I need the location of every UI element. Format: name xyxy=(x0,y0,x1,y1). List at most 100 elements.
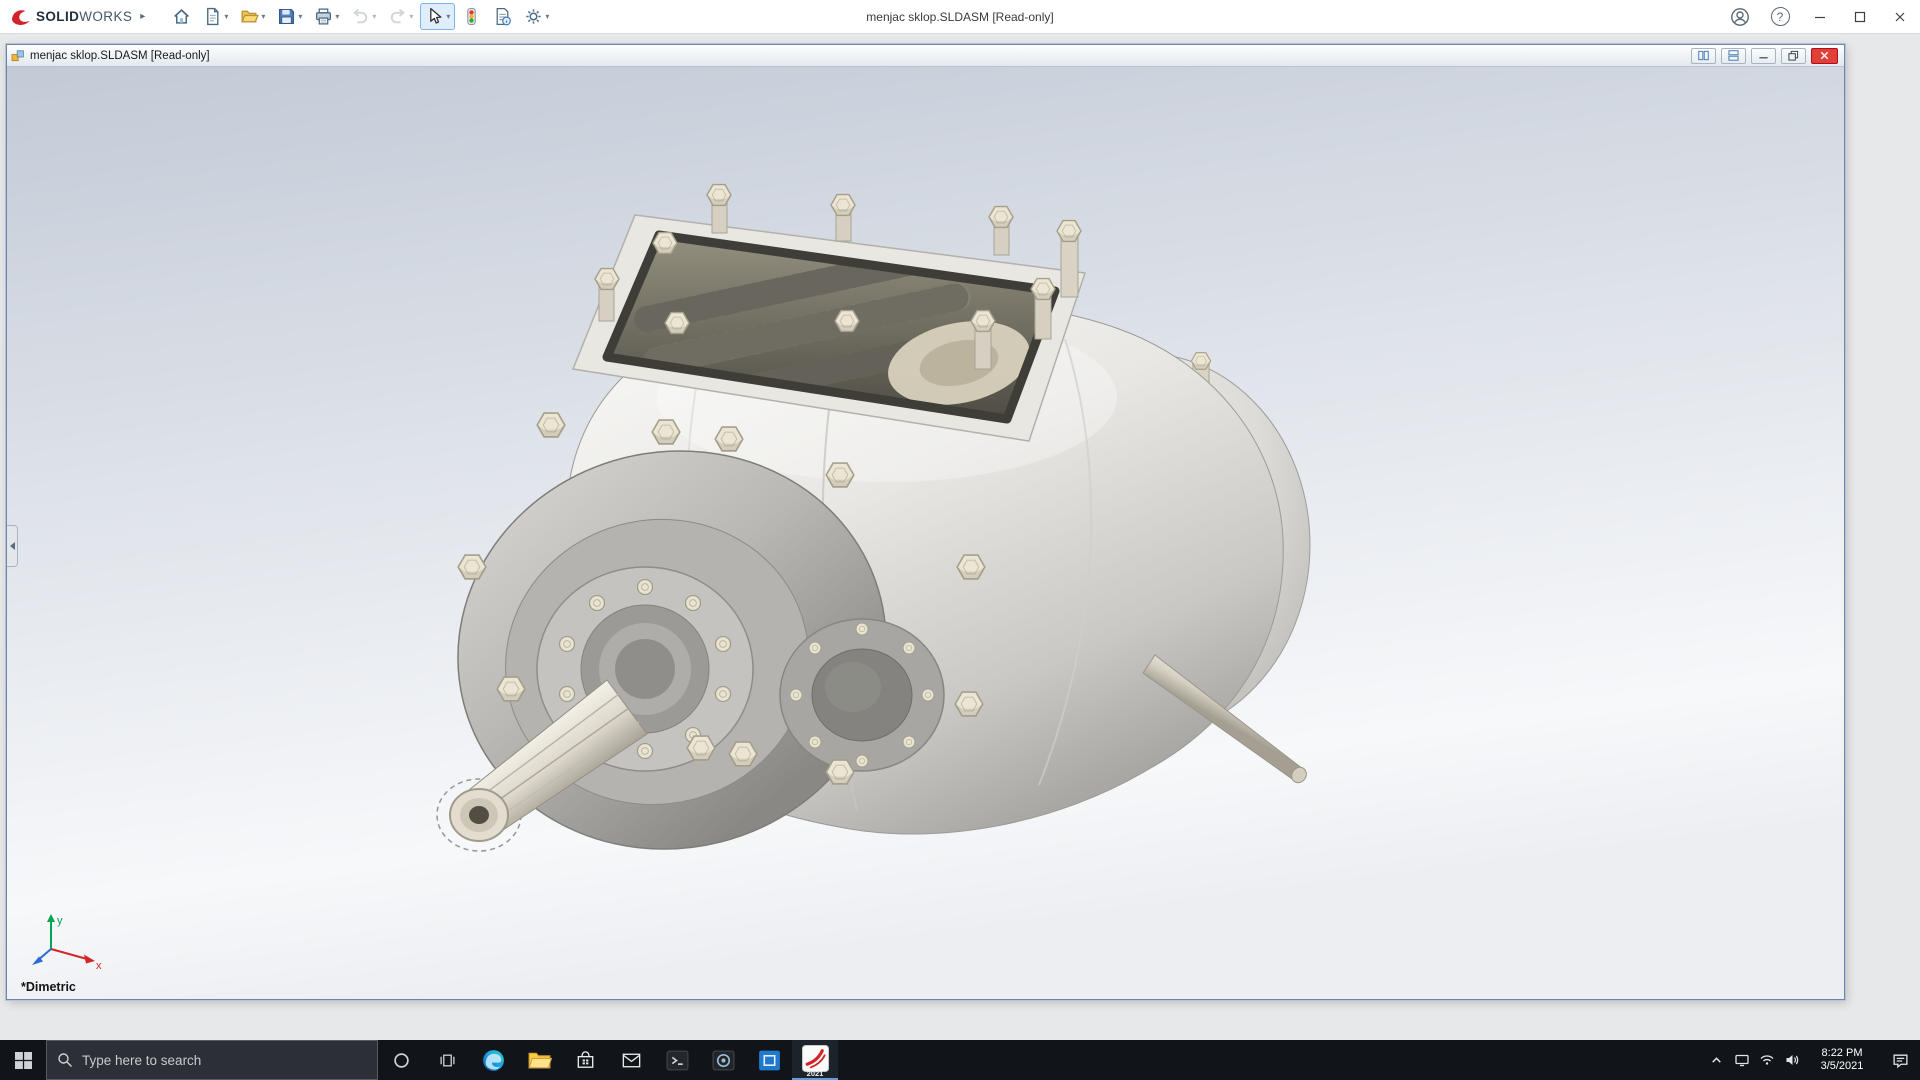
main-toolbar: ▾ ▾ ▾ ▾ ▾ ▾ ▾ ▾ xyxy=(167,3,554,30)
home-button[interactable] xyxy=(167,3,196,30)
search-icon xyxy=(58,1053,72,1067)
save-button[interactable]: ▾ xyxy=(272,3,307,30)
redo-button[interactable]: ▾ xyxy=(383,3,418,30)
tray-display-button[interactable] xyxy=(1729,1040,1754,1080)
select-cursor-icon xyxy=(430,7,442,24)
select-button[interactable]: ▾ xyxy=(420,3,456,30)
open-button[interactable]: ▾ xyxy=(235,3,270,30)
app-button-blue[interactable] xyxy=(746,1040,792,1080)
help-icon: ? xyxy=(1770,7,1790,26)
notification-icon xyxy=(1892,1054,1908,1068)
options-button[interactable]: ▾ xyxy=(519,3,554,30)
orientation-triad: y x xyxy=(32,914,102,972)
dropdown-caret-icon: ▾ xyxy=(298,12,303,21)
maximize-button[interactable] xyxy=(1840,0,1880,34)
taskbar-search[interactable] xyxy=(46,1040,378,1080)
user-account-icon xyxy=(1731,7,1749,26)
triad-y-label: y xyxy=(57,915,63,927)
minimize-icon xyxy=(1815,16,1825,18)
graphics-viewport[interactable]: y x *Dimetric xyxy=(7,67,1844,999)
solidworks-version-badge: 2021 xyxy=(806,1068,824,1078)
toolbar-expand-arrow[interactable]: ▸ xyxy=(132,11,153,22)
chevron-up-icon xyxy=(1712,1056,1721,1063)
tile-vertical-button[interactable] xyxy=(1691,47,1716,64)
cortana-button[interactable] xyxy=(378,1040,424,1080)
document-window-controls xyxy=(1691,47,1840,64)
bearing-cover[interactable] xyxy=(779,618,945,772)
new-document-button[interactable]: ▾ xyxy=(198,3,233,30)
brand-name: SOLIDWORKS xyxy=(36,9,133,24)
tray-network-button[interactable] xyxy=(1754,1040,1779,1080)
home-icon xyxy=(174,9,190,24)
windows-taskbar: 2021 8:22 PM 3/5/2021 xyxy=(0,1040,1920,1080)
dropdown-caret-icon: ▾ xyxy=(372,12,377,21)
gear-icon xyxy=(526,9,542,24)
document-window-titlebar[interactable]: menjac sklop.SLDASM [Read-only] xyxy=(7,45,1844,67)
wifi-icon xyxy=(1760,1055,1773,1065)
minimize-button[interactable] xyxy=(1800,0,1840,34)
display-icon xyxy=(1734,1054,1749,1067)
file-properties-button[interactable] xyxy=(488,3,517,30)
store-icon xyxy=(577,1050,593,1068)
document-title: menjac sklop.SLDASM [Read-only] xyxy=(866,10,1054,24)
chevron-left-icon xyxy=(9,542,15,550)
print-icon xyxy=(316,8,332,25)
open-folder-icon xyxy=(241,10,260,23)
dropdown-caret-icon: ▾ xyxy=(261,12,266,21)
close-icon xyxy=(1895,12,1905,21)
close-button[interactable] xyxy=(1880,0,1920,34)
assembly-document-icon xyxy=(11,49,24,61)
triad-x-label: x xyxy=(96,960,102,972)
clock-date: 3/5/2021 xyxy=(1820,1060,1864,1072)
app-titlebar: SOLIDWORKS ▸ ▾ ▾ ▾ ▾ ▾ ▾ ▾ ▾ menjac sklo… xyxy=(0,0,1920,34)
app-button-file-explorer[interactable] xyxy=(516,1040,562,1080)
tray-chevron-button[interactable] xyxy=(1704,1040,1729,1080)
app-button-dark-2[interactable] xyxy=(700,1040,746,1080)
solidworks-app-icon: 2021 xyxy=(801,1044,829,1078)
document-close-button[interactable] xyxy=(1811,47,1838,64)
app-button-edge[interactable] xyxy=(470,1040,516,1080)
app-button-store[interactable] xyxy=(562,1040,608,1080)
save-icon xyxy=(279,9,295,24)
task-view-icon xyxy=(439,1054,455,1066)
solidworks-application: SOLIDWORKS ▸ ▾ ▾ ▾ ▾ ▾ ▾ ▾ ▾ menjac sklo… xyxy=(0,0,1920,1080)
panel-collapse-handle[interactable] xyxy=(7,525,18,567)
dropdown-caret-icon: ▾ xyxy=(224,12,229,21)
system-tray: 8:22 PM 3/5/2021 xyxy=(1704,1040,1920,1080)
gearbox-3d-model[interactable] xyxy=(7,67,1844,999)
tile-horizontal-icon xyxy=(1728,50,1739,61)
document-minimize-button[interactable] xyxy=(1751,47,1776,64)
print-button[interactable]: ▾ xyxy=(309,3,344,30)
document-restore-button[interactable] xyxy=(1781,47,1806,64)
cortana-icon xyxy=(393,1052,409,1068)
new-document-icon xyxy=(207,7,219,26)
app-button-dark-1[interactable] xyxy=(654,1040,700,1080)
search-input[interactable] xyxy=(82,1052,367,1068)
windows-logo-icon xyxy=(14,1051,32,1069)
view-orientation-label: *Dimetric xyxy=(21,980,76,994)
help-button[interactable]: ? xyxy=(1760,0,1800,34)
tray-volume-button[interactable] xyxy=(1779,1040,1804,1080)
dropdown-caret-icon: ▾ xyxy=(409,12,414,21)
action-center-button[interactable] xyxy=(1880,1040,1920,1080)
file-properties-icon xyxy=(497,7,512,26)
restore-icon xyxy=(1788,50,1799,61)
app-button-mail[interactable] xyxy=(608,1040,654,1080)
account-button[interactable] xyxy=(1720,0,1760,34)
dassault-systemes-logo-icon xyxy=(12,9,30,25)
dropdown-caret-icon: ▾ xyxy=(335,12,340,21)
task-view-button[interactable] xyxy=(424,1040,470,1080)
taskbar-clock[interactable]: 8:22 PM 3/5/2021 xyxy=(1804,1040,1880,1080)
file-explorer-icon xyxy=(527,1052,552,1068)
document-window: menjac sklop.SLDASM [Read-only] y x *Dim… xyxy=(6,44,1845,1000)
undo-button[interactable]: ▾ xyxy=(346,3,381,30)
start-button[interactable] xyxy=(0,1040,46,1080)
document-window-title: menjac sklop.SLDASM [Read-only] xyxy=(30,49,210,62)
dropdown-caret-icon: ▾ xyxy=(545,12,550,21)
terminal-app-icon xyxy=(666,1050,688,1070)
edge-icon xyxy=(482,1049,504,1071)
tile-horizontal-button[interactable] xyxy=(1721,47,1746,64)
app-button-solidworks[interactable]: 2021 xyxy=(792,1040,838,1080)
rebuild-button[interactable] xyxy=(457,3,486,30)
speaker-icon xyxy=(1786,1055,1798,1065)
